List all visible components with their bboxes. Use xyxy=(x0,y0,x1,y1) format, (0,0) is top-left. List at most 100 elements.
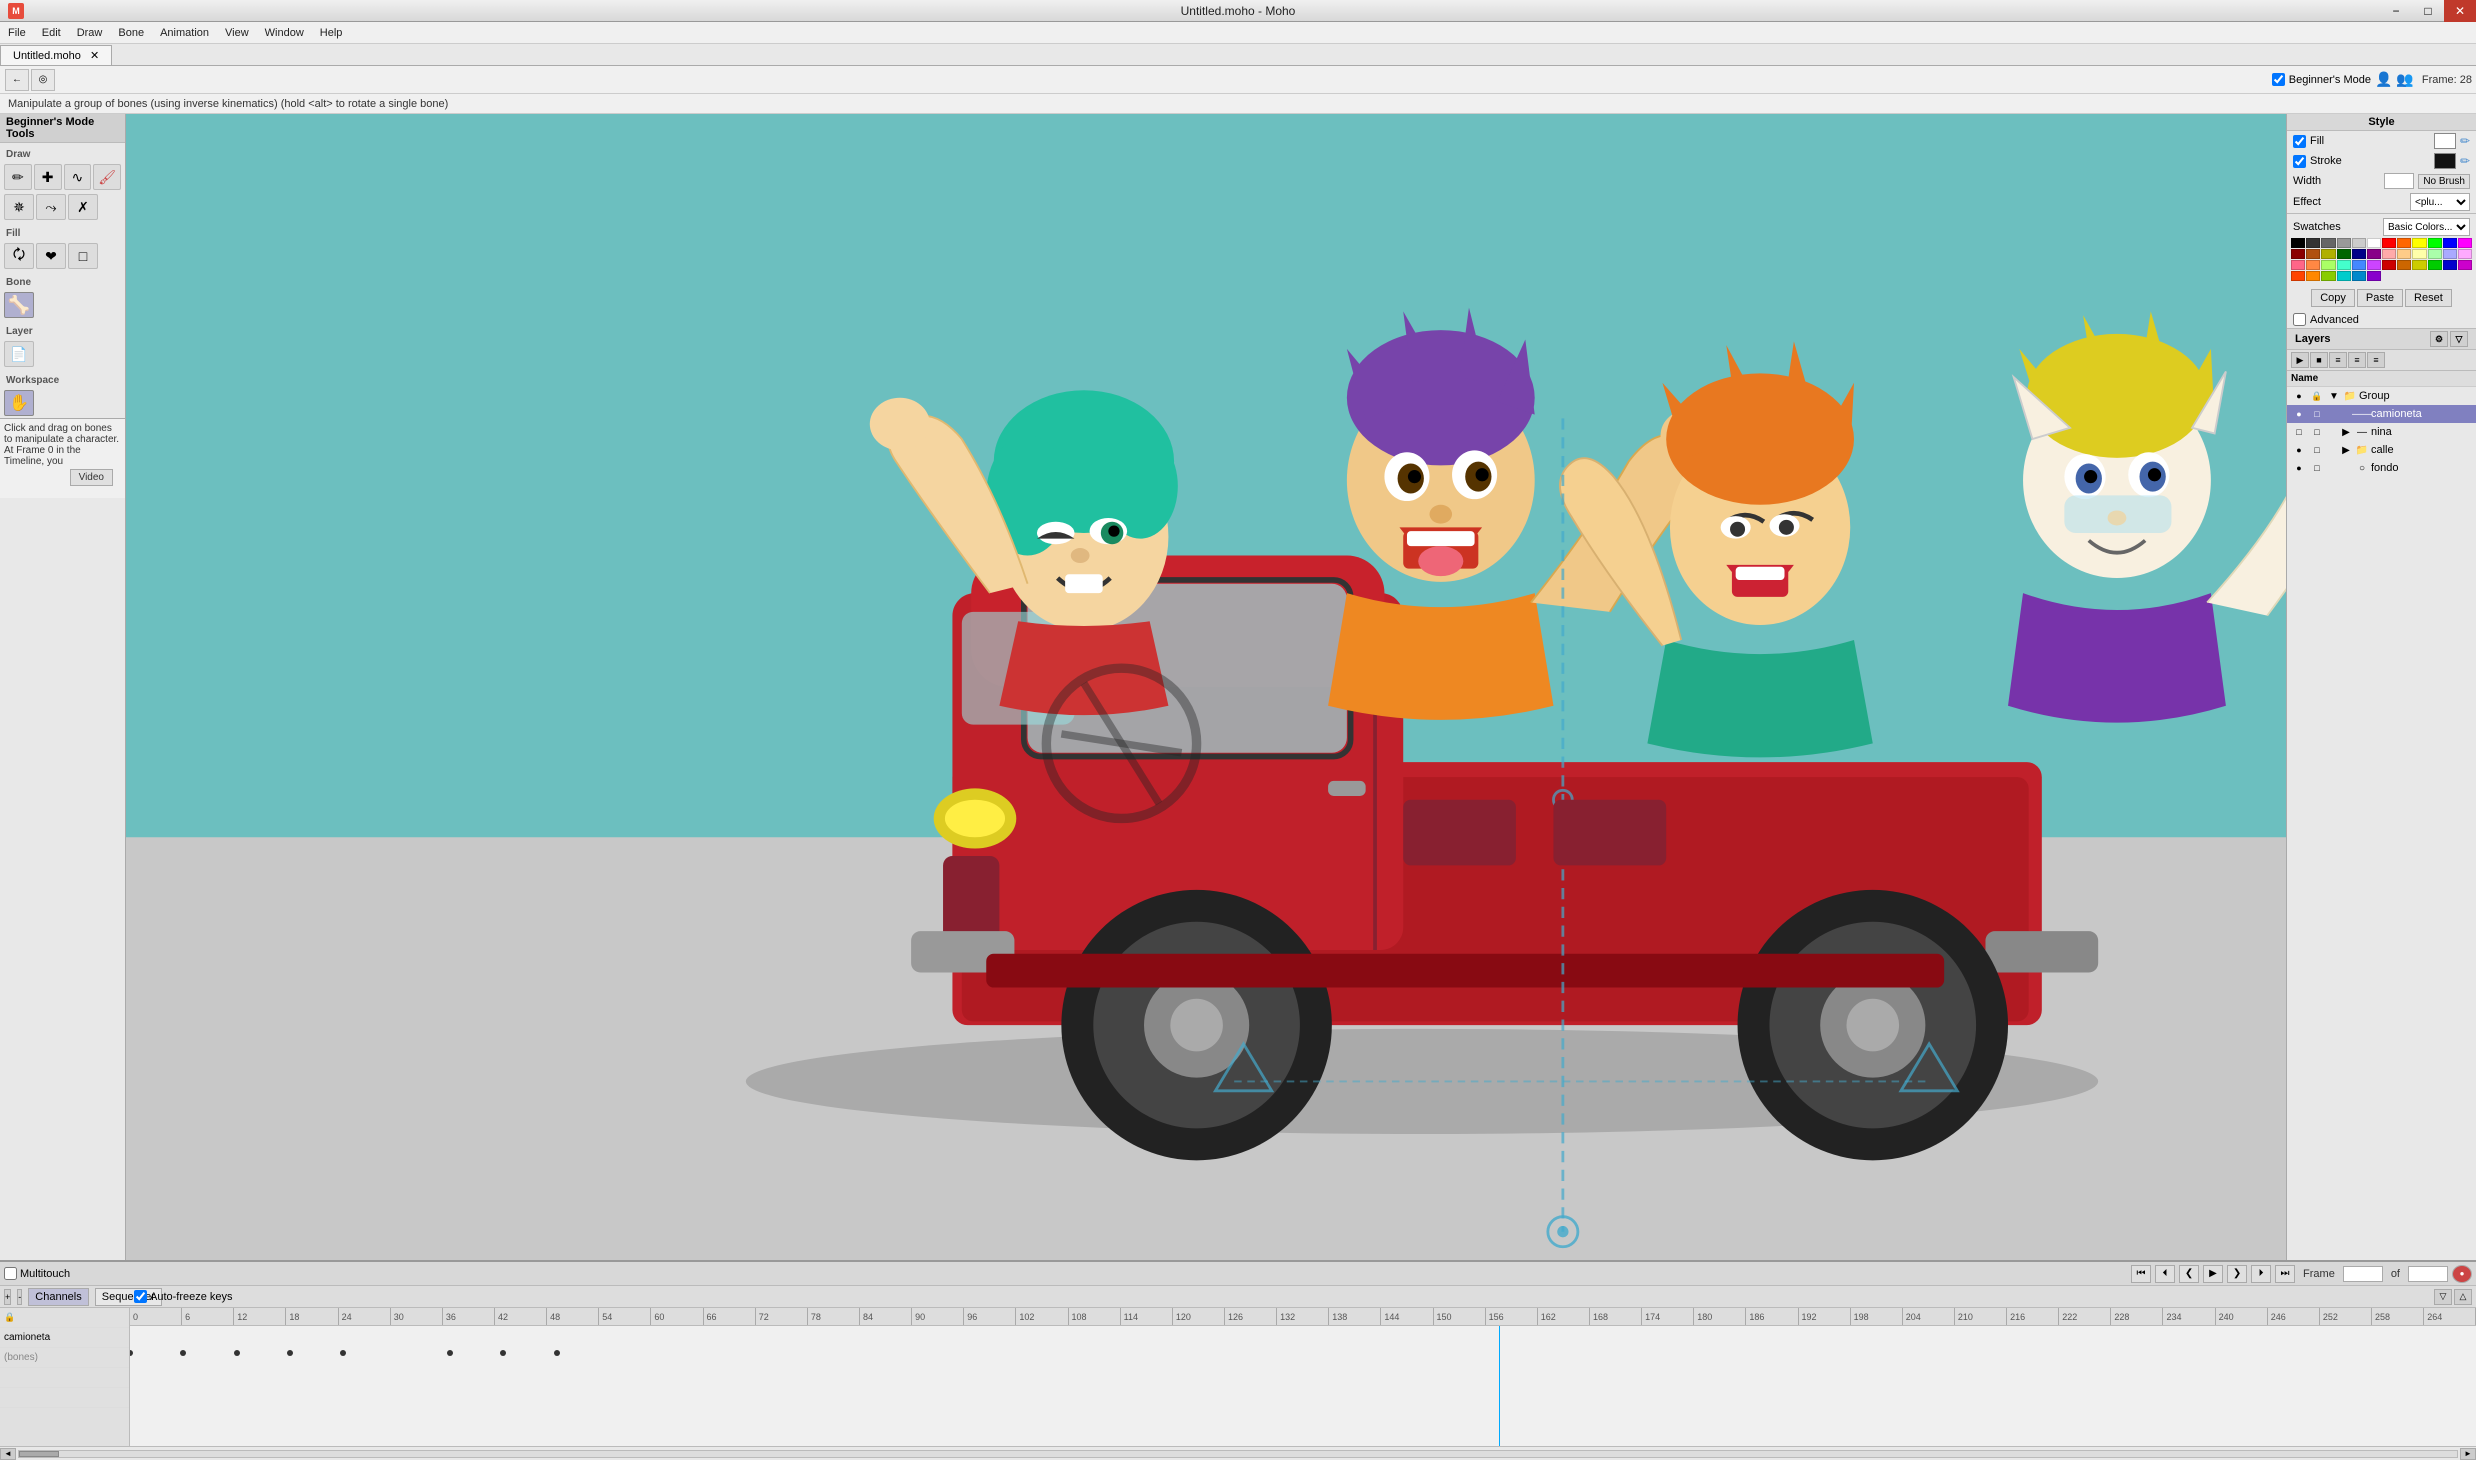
stroke-edit-icon[interactable]: ✏ xyxy=(2460,154,2470,168)
scroll-right-button[interactable]: ► xyxy=(2460,1448,2476,1460)
step-back-button[interactable]: ⏴ xyxy=(2155,1265,2175,1283)
layers-btn-4[interactable]: ≡ xyxy=(2348,352,2366,368)
swatch-cell[interactable] xyxy=(2412,238,2426,248)
tl-collapse-button[interactable]: △ xyxy=(2454,1289,2472,1305)
swatch-cell[interactable] xyxy=(2428,238,2442,248)
close-tab-icon[interactable]: ✕ xyxy=(90,50,99,62)
tool-paint[interactable]: 🖌 xyxy=(93,164,121,190)
swatch-cell[interactable] xyxy=(2352,260,2366,270)
menu-window[interactable]: Window xyxy=(257,25,312,41)
tl-expand-button[interactable]: ▽ xyxy=(2434,1289,2452,1305)
swatch-cell[interactable] xyxy=(2397,238,2411,248)
layer-vis-nina[interactable]: □ xyxy=(2291,425,2307,439)
swatch-cell[interactable] xyxy=(2352,238,2366,248)
tool-fill2[interactable]: □ xyxy=(68,243,98,269)
swatch-cell[interactable] xyxy=(2458,238,2472,248)
no-brush-button[interactable]: No Brush xyxy=(2418,174,2470,189)
beginners-mode-checkbox[interactable] xyxy=(2272,73,2285,86)
swatch-cell[interactable] xyxy=(2306,249,2320,259)
swatch-cell[interactable] xyxy=(2412,260,2426,270)
record-button[interactable]: ● xyxy=(2452,1265,2472,1283)
timeline-scrollbar[interactable]: ◄ ► xyxy=(0,1446,2476,1460)
swatch-cell[interactable] xyxy=(2291,271,2305,281)
tool-warp[interactable]: ⤳ xyxy=(36,194,66,220)
swatches-preset-select[interactable]: Basic Colors... xyxy=(2383,218,2470,236)
swatch-cell[interactable] xyxy=(2321,271,2335,281)
layer-lock-calle[interactable]: □ xyxy=(2309,443,2325,457)
swatch-cell[interactable] xyxy=(2337,249,2351,259)
tl-right[interactable]: 0612182430364248546066727884909610210811… xyxy=(130,1308,2476,1446)
swatch-cell[interactable] xyxy=(2397,249,2411,259)
effect-select[interactable]: <plu... xyxy=(2410,193,2470,211)
layers-btn-2[interactable]: ■ xyxy=(2310,352,2328,368)
menu-bone[interactable]: Bone xyxy=(110,25,152,41)
fill-edit-icon[interactable]: ✏ xyxy=(2460,134,2470,148)
swatch-cell[interactable] xyxy=(2458,260,2472,270)
auto-freeze-checkbox[interactable] xyxy=(134,1290,147,1303)
menu-animation[interactable]: Animation xyxy=(152,25,217,41)
swatch-cell[interactable] xyxy=(2367,260,2381,270)
play-button[interactable]: ▶ xyxy=(2203,1265,2223,1283)
video-button[interactable]: Video xyxy=(70,469,113,486)
menu-help[interactable]: Help xyxy=(312,25,351,41)
tool-bucket[interactable]: 🗘 xyxy=(4,243,34,269)
swatch-cell[interactable] xyxy=(2428,249,2442,259)
fill-color-swatch[interactable] xyxy=(2434,133,2456,149)
layers-add-button[interactable]: ▶ xyxy=(2291,352,2309,368)
current-frame-input[interactable]: 28 xyxy=(2343,1266,2383,1282)
scroll-thumb[interactable] xyxy=(19,1451,59,1457)
layer-expand-calle-icon[interactable]: ▶ xyxy=(2339,443,2353,457)
layer-lock-nina[interactable]: □ xyxy=(2309,425,2325,439)
tool-delete[interactable]: ✗ xyxy=(68,194,98,220)
goto-start-button[interactable]: ⏮ xyxy=(2131,1265,2151,1283)
swatch-cell[interactable] xyxy=(2291,249,2305,259)
tl-del-layer-button[interactable]: - xyxy=(17,1289,22,1305)
tool-layer[interactable]: 📄 xyxy=(4,341,34,367)
layer-expand-nina-icon[interactable]: ▶ xyxy=(2339,425,2353,439)
swatch-cell[interactable] xyxy=(2367,238,2381,248)
step-forward-button[interactable]: ⏵ xyxy=(2251,1265,2271,1283)
swatch-cell[interactable] xyxy=(2337,238,2351,248)
next-frame-button[interactable]: ❯ xyxy=(2227,1265,2247,1283)
tool-transform[interactable]: ✵ xyxy=(4,194,34,220)
swatch-cell[interactable] xyxy=(2352,271,2366,281)
stroke-checkbox[interactable] xyxy=(2293,155,2306,168)
layer-lock-group[interactable]: 🔒 xyxy=(2309,389,2325,403)
tool-eye[interactable]: ❤ xyxy=(36,243,66,269)
swatch-cell[interactable] xyxy=(2443,238,2457,248)
channels-button[interactable]: Channels xyxy=(28,1288,88,1306)
scroll-track[interactable] xyxy=(18,1450,2458,1458)
swatch-cell[interactable] xyxy=(2367,271,2381,281)
reset-style-button[interactable]: Reset xyxy=(2405,289,2452,307)
menu-draw[interactable]: Draw xyxy=(69,25,111,41)
copy-style-button[interactable]: Copy xyxy=(2311,289,2355,307)
swatch-cell[interactable] xyxy=(2367,249,2381,259)
layer-nina[interactable]: □ □ ▶ — nina xyxy=(2287,423,2476,441)
swatch-cell[interactable] xyxy=(2382,260,2396,270)
swatch-cell[interactable] xyxy=(2412,249,2426,259)
tool-addpt[interactable]: ✚ xyxy=(34,164,62,190)
swatch-cell[interactable] xyxy=(2428,260,2442,270)
layer-fondo[interactable]: ● □ ○ fondo xyxy=(2287,459,2476,477)
toolbar-btn-1[interactable]: ← xyxy=(5,69,29,91)
close-button[interactable]: ✕ xyxy=(2444,0,2476,22)
tool-curve[interactable]: ∿ xyxy=(64,164,92,190)
tl-add-layer-button[interactable]: + xyxy=(4,1289,11,1305)
layer-calle[interactable]: ● □ ▶ 📁 calle xyxy=(2287,441,2476,459)
swatch-cell[interactable] xyxy=(2306,260,2320,270)
canvas-area[interactable] xyxy=(126,114,2286,1260)
swatch-cell[interactable] xyxy=(2337,271,2351,281)
fill-checkbox[interactable] xyxy=(2293,135,2306,148)
advanced-checkbox[interactable] xyxy=(2293,313,2306,326)
menu-view[interactable]: View xyxy=(217,25,257,41)
layer-vis-fondo[interactable]: ● xyxy=(2291,461,2307,475)
layer-vis-calle[interactable]: ● xyxy=(2291,443,2307,457)
swatch-cell[interactable] xyxy=(2321,260,2335,270)
swatch-cell[interactable] xyxy=(2321,249,2335,259)
layer-camioneta[interactable]: ● □ —— camioneta xyxy=(2287,405,2476,423)
total-frames-input[interactable]: 48 xyxy=(2408,1266,2448,1282)
layer-group[interactable]: ● 🔒 ▼ 📁 Group xyxy=(2287,387,2476,405)
menu-edit[interactable]: Edit xyxy=(34,25,69,41)
layer-vis-camioneta[interactable]: ● xyxy=(2291,407,2307,421)
swatch-cell[interactable] xyxy=(2443,249,2457,259)
